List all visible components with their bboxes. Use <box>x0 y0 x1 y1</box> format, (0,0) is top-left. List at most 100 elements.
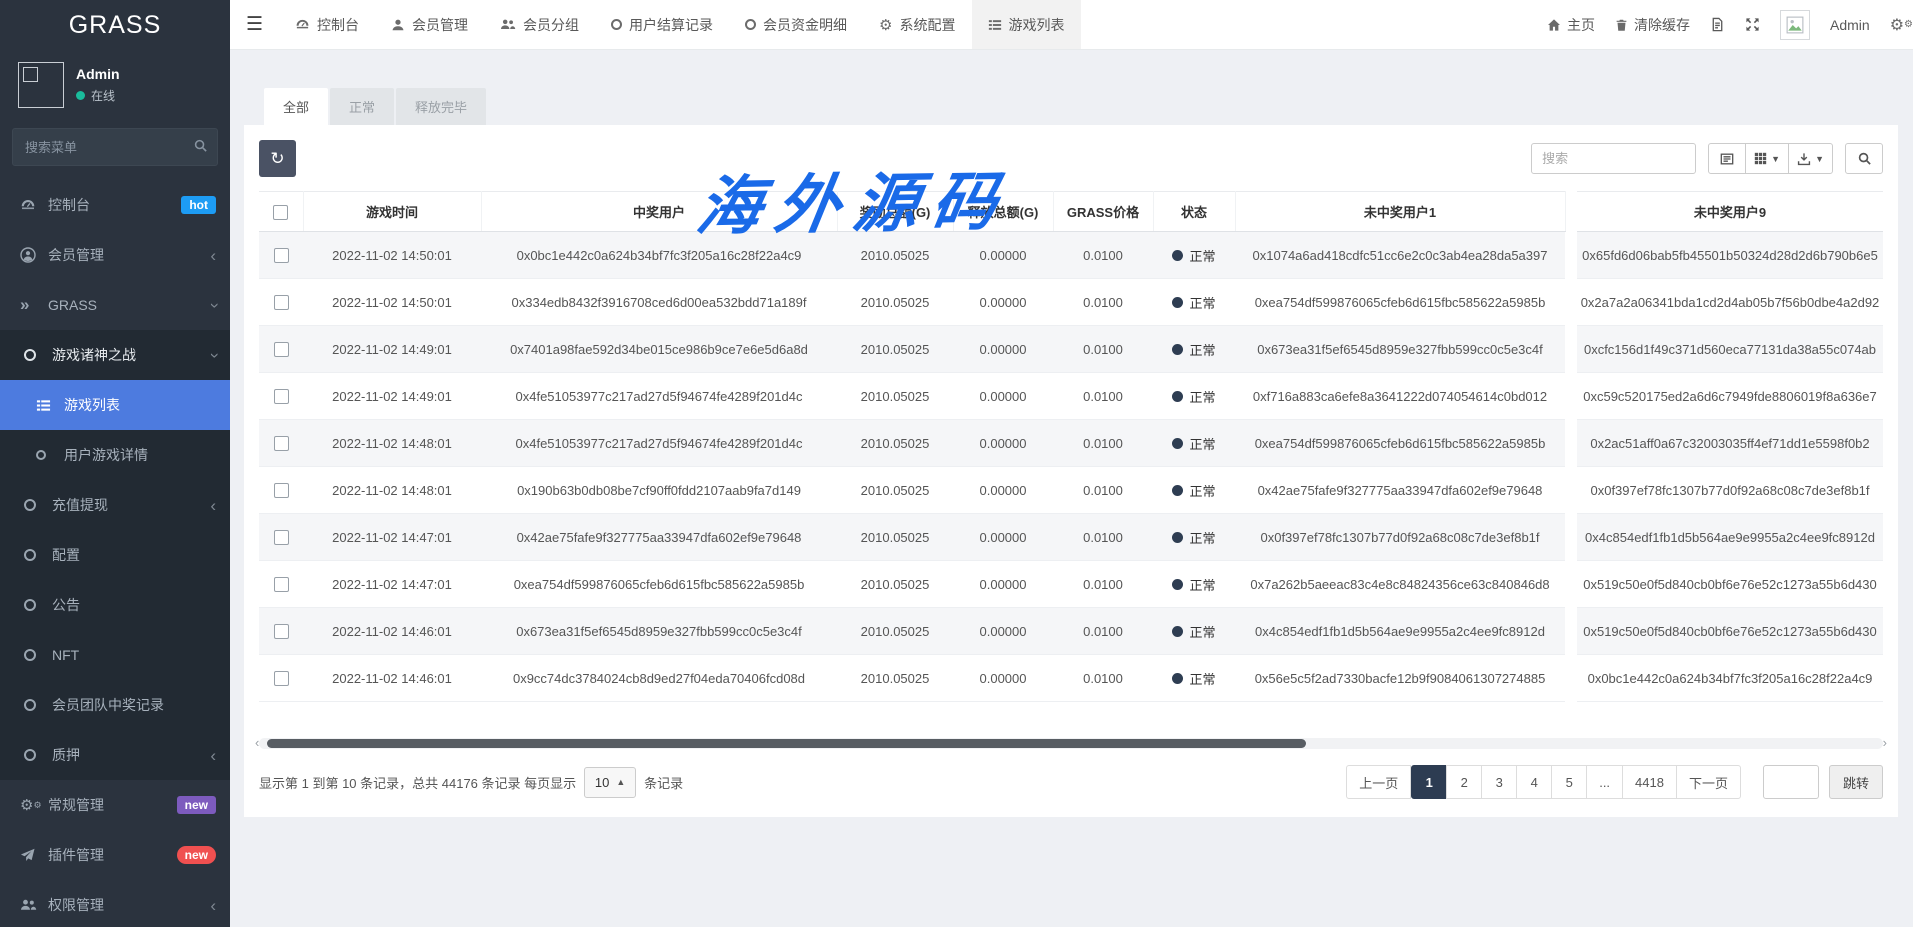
scroll-left-icon[interactable]: ‹ <box>255 735 259 750</box>
table-row[interactable]: 2022-11-02 14:48:010x190b63b0db08be7cf90… <box>259 467 1883 514</box>
sidebar-item-nft[interactable]: NFT <box>0 630 230 680</box>
cell-release-total: 0.00000 <box>953 326 1053 373</box>
filter-tab-normal[interactable]: 正常 <box>330 88 394 125</box>
row-checkbox[interactable] <box>274 671 289 686</box>
table-row[interactable]: 2022-11-02 14:46:010x673ea31f5ef6545d895… <box>259 608 1883 655</box>
menu-search <box>12 128 218 166</box>
sidebar-item-grass[interactable]: » GRASS ‹ <box>0 280 230 330</box>
sidebar-item-permission-management[interactable]: 权限管理 ‹ <box>0 880 230 927</box>
table-row[interactable]: 2022-11-02 14:47:010xea754df599876065cfe… <box>259 561 1883 608</box>
sidebar-item-config[interactable]: 配置 <box>0 530 230 580</box>
hamburger-menu-icon[interactable]: ☰ <box>230 0 279 49</box>
table-row[interactable]: 2022-11-02 14:46:010x9cc74dc3784024cb8d9… <box>259 655 1883 702</box>
columns-button[interactable]: ▼ <box>1745 143 1789 174</box>
top-navbar: ☰ 控制台 会员管理 会员分组 用户结算记录 会员资金明细 ⚙ 系统配置 游戏列… <box>230 0 1913 50</box>
row-checkbox[interactable] <box>274 295 289 310</box>
home-link[interactable]: 主页 <box>1547 15 1595 35</box>
navbar-username[interactable]: Admin <box>1830 17 1870 33</box>
column-gap <box>1565 373 1577 420</box>
page-button-2[interactable]: 2 <box>1446 765 1482 799</box>
page-button-4[interactable]: 4 <box>1516 765 1552 799</box>
sidebar-item-plugin-management[interactable]: 插件管理 new <box>0 830 230 880</box>
next-page-button[interactable]: 下一页 <box>1676 765 1741 799</box>
app-logo: GRASS <box>0 0 230 50</box>
sidebar-item-members[interactable]: 会员管理 ‹ <box>0 230 230 280</box>
sidebar-item-user-game-detail[interactable]: 用户游戏详情 <box>0 430 230 480</box>
row-checkbox[interactable] <box>274 248 289 263</box>
scroll-right-icon[interactable]: › <box>1883 735 1887 750</box>
cell-loser-9: 0x65fd6d06bab5fb45501b50324d28d2d6b790b6… <box>1577 232 1883 279</box>
select-all-header <box>259 192 303 232</box>
prev-page-button[interactable]: 上一页 <box>1346 765 1411 799</box>
sidebar-item-announcement[interactable]: 公告 <box>0 580 230 630</box>
cell-winner: 0xea754df599876065cfeb6d615fbc585622a598… <box>481 561 837 608</box>
settings-cogs-icon[interactable]: ⚙⚙ <box>1890 15 1913 35</box>
circle-icon <box>36 450 60 460</box>
caret-down-icon: ▼ <box>1815 154 1824 164</box>
docs-icon[interactable] <box>1710 17 1725 32</box>
nav-tab-system-config[interactable]: ⚙ 系统配置 <box>863 0 971 49</box>
circle-icon <box>24 499 48 511</box>
nav-tab-game-list[interactable]: 游戏列表 <box>972 0 1081 49</box>
sidebar-item-staking[interactable]: 质押 ‹ <box>0 730 230 780</box>
menu-search-input[interactable] <box>12 128 218 166</box>
table-row[interactable]: 2022-11-02 14:47:010x42ae75fafe9f327775a… <box>259 514 1883 561</box>
cell-loser-9: 0xc59c520175ed2a6d6c7949fde8806019f8a636… <box>1577 373 1883 420</box>
row-checkbox[interactable] <box>274 436 289 451</box>
column-gap <box>1565 192 1577 232</box>
row-checkbox[interactable] <box>274 577 289 592</box>
page-button-4418[interactable]: 4418 <box>1622 765 1677 799</box>
sidebar-item-dashboard[interactable]: 控制台 hot <box>0 180 230 230</box>
table-view-buttons: ▼ ▼ <box>1708 143 1833 174</box>
nav-tab-member-groups[interactable]: 会员分组 <box>484 0 595 49</box>
row-checkbox[interactable] <box>274 624 289 639</box>
cell-checkbox <box>259 326 303 373</box>
cell-status: 正常 <box>1153 420 1235 467</box>
export-button[interactable]: ▼ <box>1788 143 1833 174</box>
sidebar-menu: 控制台 hot 会员管理 ‹ » GRASS ‹ 游戏诸神之战 ‹ 游戏列表 <box>0 180 230 927</box>
sidebar-item-team-winning-records[interactable]: 会员团队中奖记录 <box>0 680 230 730</box>
jump-button[interactable]: 跳转 <box>1829 765 1883 799</box>
row-checkbox[interactable] <box>274 483 289 498</box>
sidebar-item-game-list[interactable]: 游戏列表 <box>0 380 230 430</box>
detail-view-button[interactable] <box>1708 143 1746 174</box>
page-button-1[interactable]: 1 <box>1411 765 1447 799</box>
row-checkbox[interactable] <box>274 530 289 545</box>
nav-tab-dashboard[interactable]: 控制台 <box>279 0 375 49</box>
table-row[interactable]: 2022-11-02 14:49:010x7401a98fae592d34be0… <box>259 326 1883 373</box>
sidebar-item-general-management[interactable]: ⚙⚙ 常规管理 new <box>0 780 230 830</box>
table-row[interactable]: 2022-11-02 14:50:010x334edb8432f3916708c… <box>259 279 1883 326</box>
nav-tab-user-settlement-records[interactable]: 用户结算记录 <box>595 0 729 49</box>
nav-tab-member-fund-details[interactable]: 会员资金明细 <box>729 0 863 49</box>
refresh-button[interactable]: ↻ <box>259 140 296 177</box>
select-all-checkbox[interactable] <box>273 205 288 220</box>
page-button-5[interactable]: 5 <box>1551 765 1587 799</box>
cell-status: 正常 <box>1153 561 1235 608</box>
filter-tab-all[interactable]: 全部 <box>264 88 328 125</box>
table-search-input[interactable] <box>1531 143 1696 174</box>
nav-tab-members[interactable]: 会员管理 <box>375 0 484 49</box>
table-row[interactable]: 2022-11-02 14:49:010x4fe51053977c217ad27… <box>259 373 1883 420</box>
sidebar-item-game-gods-war[interactable]: 游戏诸神之战 ‹ <box>0 330 230 380</box>
page-button-3[interactable]: 3 <box>1481 765 1517 799</box>
cell-release-total: 0.00000 <box>953 655 1053 702</box>
row-checkbox[interactable] <box>274 342 289 357</box>
cell-loser-1: 0xea754df599876065cfeb6d615fbc585622a598… <box>1235 420 1565 467</box>
table-row[interactable]: 2022-11-02 14:50:010x0bc1e442c0a624b34bf… <box>259 232 1883 279</box>
sidebar-item-recharge-withdraw[interactable]: 充值提现 ‹ <box>0 480 230 530</box>
gauge-icon <box>20 197 44 213</box>
row-checkbox[interactable] <box>274 389 289 404</box>
clear-cache-link[interactable]: 清除缓存 <box>1615 15 1690 35</box>
horizontal-scrollbar: ‹ › <box>259 738 1883 749</box>
page-size-dropdown[interactable]: 10 ▲ <box>584 767 636 798</box>
jump-page-input[interactable] <box>1763 765 1819 799</box>
table-row[interactable]: 2022-11-02 14:48:010x4fe51053977c217ad27… <box>259 420 1883 467</box>
fullscreen-icon[interactable] <box>1745 17 1760 32</box>
search-toggle-button[interactable] <box>1845 143 1883 174</box>
cell-loser-9: 0x519c50e0f5d840cb0bf6e76e52c1273a55b6d4… <box>1577 561 1883 608</box>
scrollbar-thumb[interactable] <box>267 739 1306 748</box>
filter-tab-released[interactable]: 释放完毕 <box>396 88 486 125</box>
avatar[interactable] <box>1780 10 1810 40</box>
col-game-time: 游戏时间 <box>303 192 481 232</box>
cogs-icon: ⚙⚙ <box>20 796 44 814</box>
